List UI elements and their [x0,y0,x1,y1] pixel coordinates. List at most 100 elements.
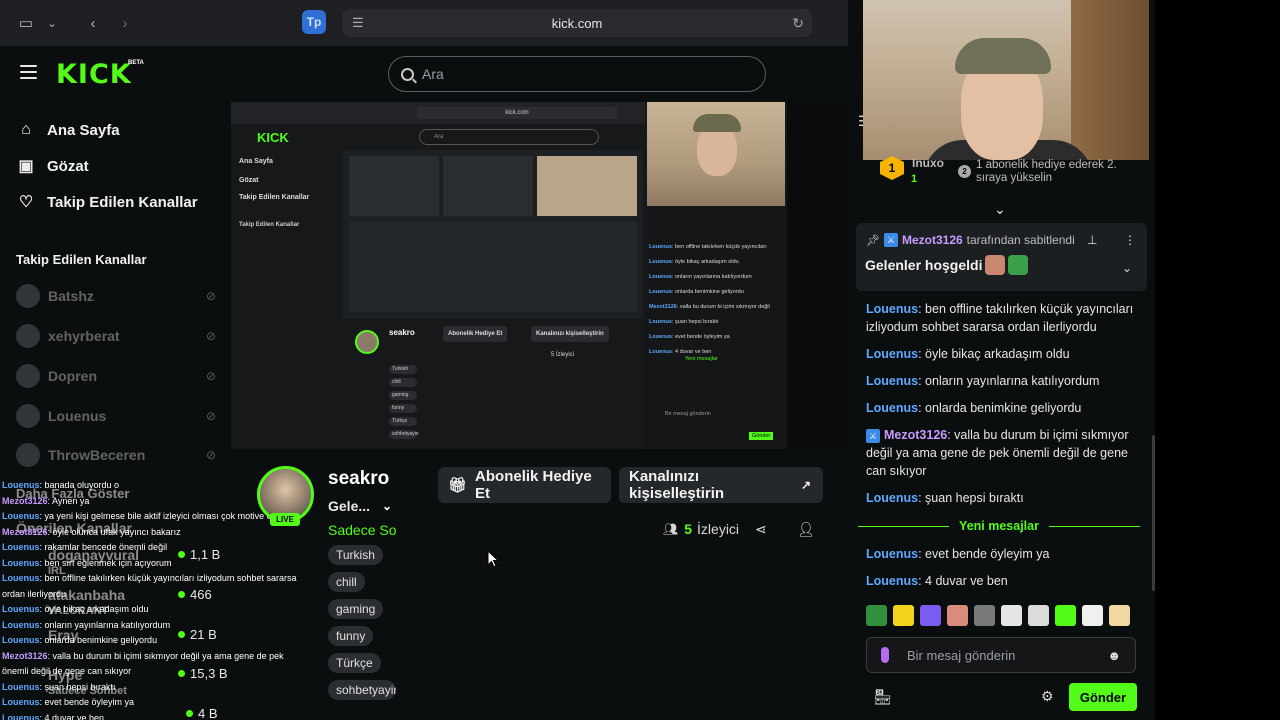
gift-subscription-button[interactable]: 🎁︎ Abonelik Hediye Et [438,467,611,503]
rank-badge: 1 [880,156,904,180]
more-options-icon[interactable]: ⋮ [1124,233,1136,247]
leaderboard-prompt[interactable]: 1 abonelik hediye ederek 2. sıraya yükse… [976,159,1126,184]
followed-channel[interactable]: Batshz ⊘ [16,283,216,309]
emote-icon[interactable] [920,605,941,626]
emote-icon[interactable] [947,605,968,626]
emote-icon[interactable] [1001,605,1022,626]
video-tile [443,156,533,216]
divider-line [858,525,950,527]
stream-tag[interactable]: Türkçe [328,653,381,673]
nav-following-label: Takip Edilen Kanallar [47,193,198,211]
chat-username[interactable]: Louenus [866,374,918,388]
send-button[interactable]: Gönder [1069,683,1137,711]
overlay-chat-username: Louenus [2,573,40,583]
reader-icon[interactable]: ☰ [352,15,364,31]
chat-username[interactable]: Louenus [866,491,918,505]
video-tile [349,222,637,312]
chat-username[interactable]: Louenus [866,574,918,588]
kick-logo[interactable]: KICK [56,59,132,90]
gear-icon[interactable]: ⚙ [1041,688,1054,705]
stream-title[interactable]: Gele... ⌄ [328,498,392,514]
video-chat-text: ben offline takılırken küçük yayıncıları [674,244,767,250]
video-chat-input: Bir mesaj gönderin [665,411,711,417]
followed-channel[interactable]: Dopren ⊘ [16,363,216,389]
chat-text: : 4 duvar ve ben [918,574,1008,588]
video-browser-bar: kick.com [231,102,645,124]
chat-username[interactable]: Louenus [866,547,918,561]
chat-input[interactable] [907,647,1087,663]
chat-scrollbar[interactable] [1152,435,1155,591]
chevron-down-icon[interactable]: ⌄ [38,9,66,37]
video-chat-line: Louenus: öyle bikaç arkadaşım oldu [649,259,739,265]
overlay-chat-text: : Aynen ya [47,495,90,506]
followed-channel[interactable]: Louenus ⊘ [16,403,216,429]
webcam-cap [955,38,1051,74]
emote-icon[interactable] [1055,605,1076,626]
channel-name[interactable]: seakro [328,468,389,490]
webcam-overlay [863,0,1149,160]
overlay-chat-username: Louenus [2,635,40,645]
chat-username[interactable]: Louenus [866,401,918,415]
extension-icon[interactable]: Tp [302,10,326,34]
emote-icon[interactable] [866,605,887,626]
stream-video[interactable]: kick.com KICK Ara Ana Sayfa Gözat Takip … [231,102,848,449]
emote-icon[interactable] [974,605,995,626]
chevron-down-icon[interactable]: ⌄ [382,499,392,513]
nav-home[interactable]: ⌂ Ana Sayfa [16,118,119,142]
viewer-count-label: İzleyici [697,521,740,537]
follow-user-icon[interactable]: 👤︎ [797,521,815,538]
stream-tag[interactable]: funny [328,626,374,646]
heart-icon: ♡ [18,194,34,211]
pinned-message[interactable]: 📌︎ ⚔ Mezot3126 tarafından sabitlendi Gel… [856,223,1147,291]
sidebar-toggle-icon[interactable]: ▭ [12,9,40,37]
chevron-down-icon[interactable]: ⌄ [994,201,1006,218]
store-icon[interactable]: 🏪︎ [873,688,892,706]
followed-channel[interactable]: ThrowBeceren ⊘ [16,442,216,468]
emote-icon [1008,255,1029,275]
chat-username[interactable]: Mezot3126 [884,428,947,442]
emote-icon[interactable] [1109,605,1130,626]
back-icon[interactable]: ‹ [79,9,107,37]
stream-tag[interactable]: chill [328,572,365,592]
overlay-chat-line: Louenus: evet bende öyleyim ya [2,695,302,711]
emote-icon[interactable] [1028,605,1049,626]
nav-browse-label: Gözat [47,157,89,175]
search-input[interactable]: Ara [388,56,766,92]
share-icon[interactable]: ⋖ [755,521,767,538]
video-chat-username: Louenus [649,289,672,295]
stream-tag[interactable]: Turkish [328,545,383,565]
followed-channel[interactable]: xehyrberat ⊘ [16,323,216,349]
chat-message: Louenus: şuan hepsi bıraktı [866,489,1136,507]
stream-category[interactable]: Sadece Sohbet [328,522,396,538]
video-chat-username: Louenus [649,274,672,280]
chat-input-box[interactable]: ☻ [866,637,1136,673]
emote-icon[interactable] [1082,605,1103,626]
overlay-chat-username: Louenus [2,604,40,614]
stream-tag[interactable]: sohbetyayin [328,680,396,700]
unpin-icon[interactable]: ⊥ [1087,233,1097,247]
nav-browse[interactable]: ▣ Gözat [16,154,89,178]
video-chat-line: Louenus: onlarda benimkine geliyordu [649,289,744,295]
overlay-chat-text: : ben offline takılırken küçük yayıncıla… [2,573,297,599]
video-chat-text: şuan hepsi bıraktı [674,319,719,325]
emoji-picker-icon[interactable]: ☻ [1107,648,1121,663]
customize-channel-button[interactable]: Kanalınızı kişiselleştirin ↗ [619,467,823,503]
moderator-icon: ⚔ [883,233,898,247]
forward-icon[interactable]: › [111,9,139,37]
overlay-chat-line: Louenus: şuan hepsi bıraktı [2,680,302,696]
reload-icon[interactable]: ↻ [792,15,804,32]
stream-tag[interactable]: gaming [328,599,384,619]
microphone-icon[interactable] [881,647,889,663]
overlay-chat-text: : rakamlar bencede önemli değil [39,542,168,552]
chat-username[interactable]: Louenus [866,347,918,361]
emote-icon[interactable] [893,605,914,626]
avatar [16,364,40,388]
offline-icon: ⊘ [205,409,216,423]
browse-icon: ▣ [18,158,34,175]
chat-username[interactable]: Louenus [866,302,918,316]
avatar [16,284,40,308]
chevron-down-icon[interactable]: ⌄ [1122,261,1132,275]
address-bar[interactable]: ☰ kick.com ↻ [342,9,812,37]
menu-icon[interactable] [20,65,37,79]
nav-following[interactable]: ♡ Takip Edilen Kanallar [16,190,198,214]
